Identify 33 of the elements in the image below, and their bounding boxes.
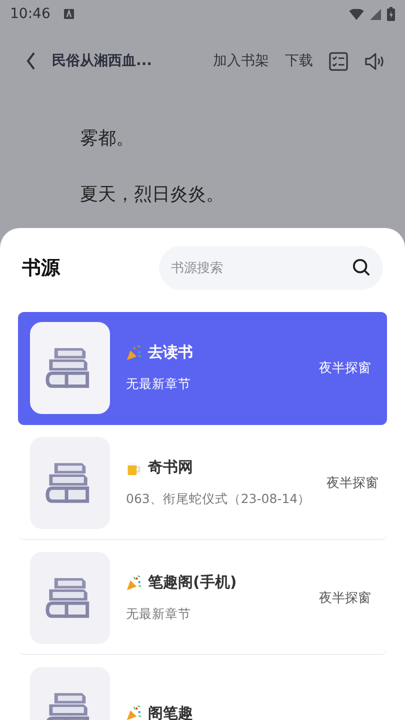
notification-icon: [64, 9, 74, 19]
party-popper-icon: [126, 344, 142, 360]
source-item[interactable]: 阁笔趣: [18, 657, 387, 720]
book-name: 夜半探窗: [319, 590, 371, 607]
source-item[interactable]: 笔趣阁(手机) 无最新章节 夜半探窗: [18, 542, 387, 655]
source-item[interactable]: 去读书 无最新章节 夜半探窗: [18, 312, 387, 425]
search-field[interactable]: 书源搜索: [159, 246, 383, 290]
toolbar-action[interactable]: 下载: [285, 52, 313, 70]
back-icon[interactable]: [26, 52, 36, 70]
toolbar-action[interactable]: 加入书架: [213, 52, 269, 70]
latest-chapter: 无最新章节: [126, 606, 192, 623]
source-name: 奇书网: [148, 458, 193, 477]
source-name: 去读书: [148, 343, 193, 362]
status-time: 10:46: [10, 6, 50, 22]
party-popper-icon: [126, 705, 142, 720]
sheet-title: 书源: [22, 256, 60, 281]
reader-paragraph: 夏天，烈日炎炎。: [80, 183, 225, 206]
source-item[interactable]: 奇书网 063、衔尾蛇仪式（23-08-14） 夜半探窗: [18, 427, 387, 540]
signal-icon: [370, 8, 381, 20]
reader-paragraph: 雾都。: [80, 127, 135, 150]
party-popper-icon: [126, 574, 142, 590]
book-title: 民俗从湘西血...: [52, 52, 152, 70]
speaker-icon[interactable]: [364, 52, 385, 70]
source-name: 阁笔趣: [148, 704, 193, 720]
source-name: 笔趣阁(手机): [148, 573, 237, 592]
list-icon[interactable]: [329, 52, 348, 70]
latest-chapter: 063、衔尾蛇仪式（23-08-14）: [126, 491, 311, 508]
battery-icon: [387, 7, 395, 21]
book-name: 夜半探窗: [319, 360, 371, 377]
search-icon[interactable]: [352, 258, 371, 277]
book-name: 夜半探窗: [326, 475, 379, 492]
wifi-icon: [349, 8, 364, 20]
latest-chapter: 无最新章节: [126, 376, 192, 393]
